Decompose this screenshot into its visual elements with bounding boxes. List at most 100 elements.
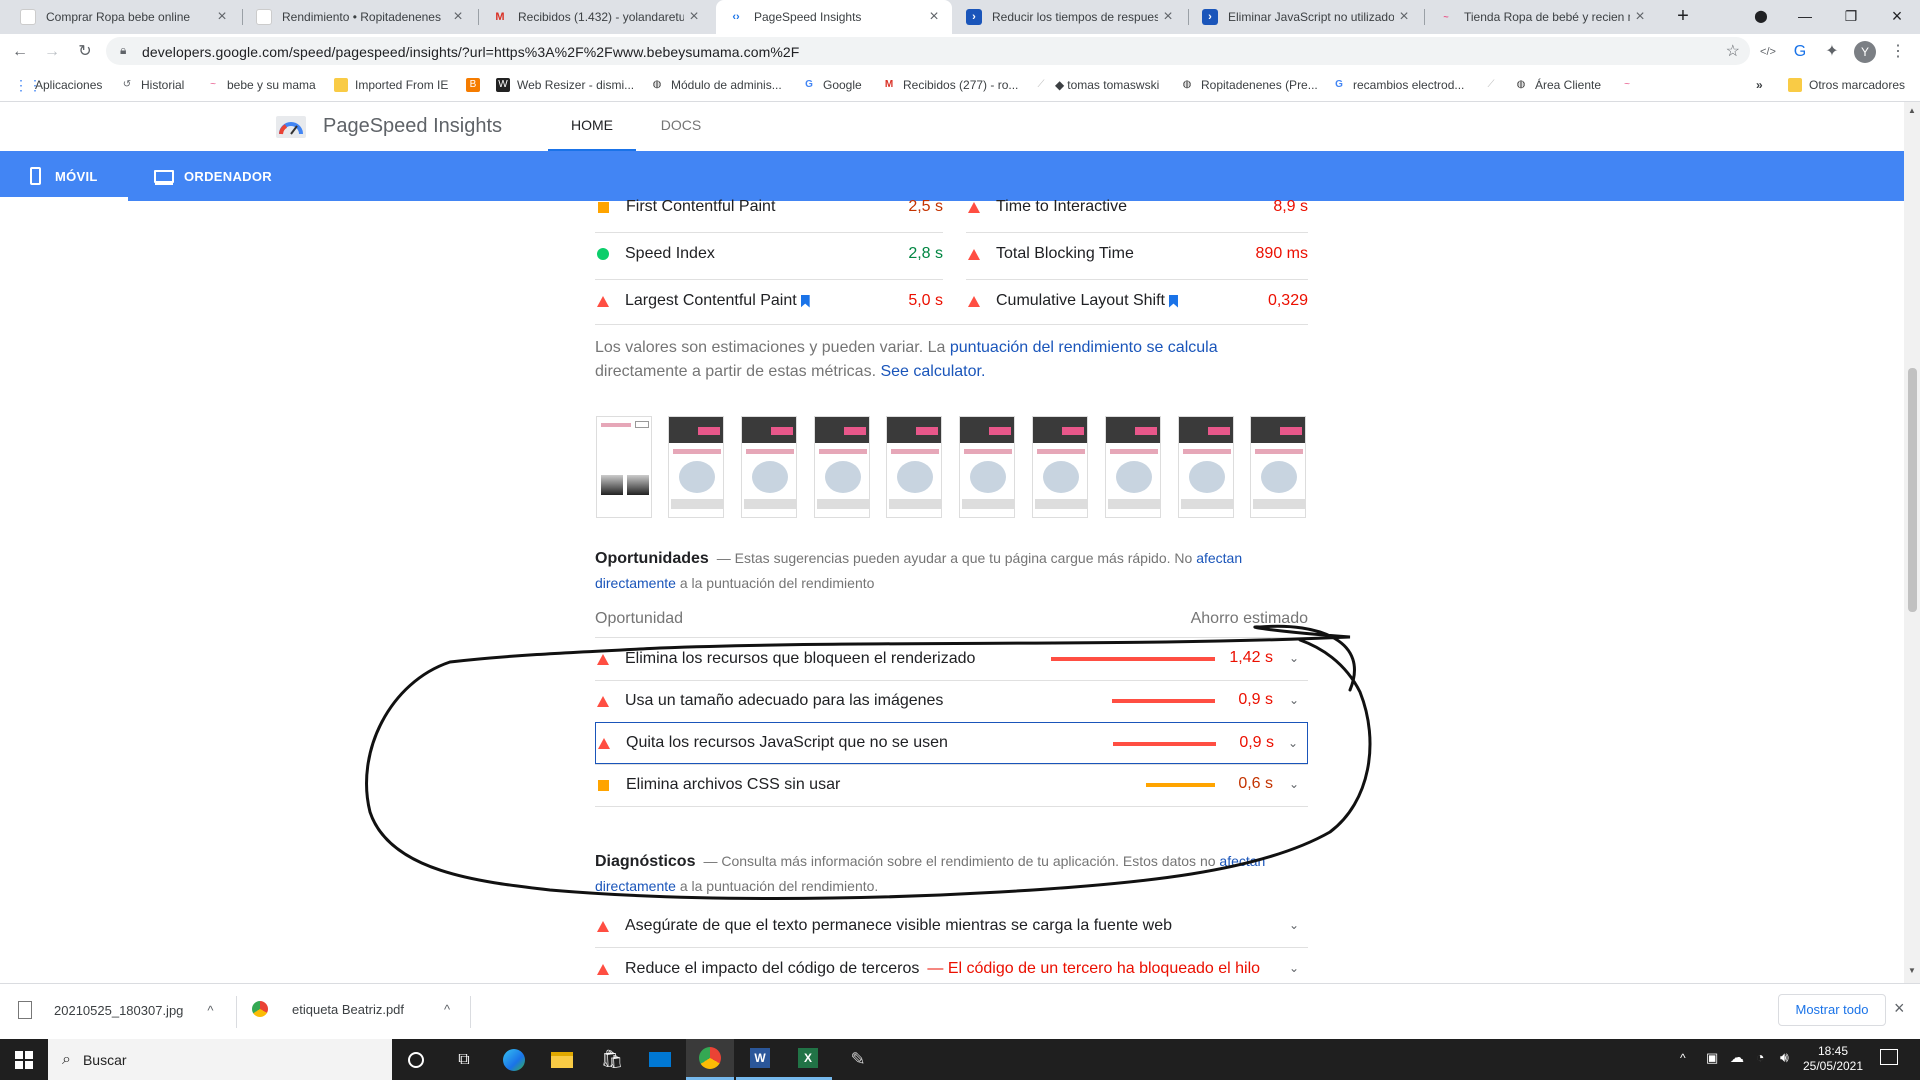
new-tab-icon[interactable]: + bbox=[1660, 0, 1706, 34]
close-tab-icon[interactable]: × bbox=[448, 8, 468, 26]
chevron-down-icon[interactable]: ⌄ bbox=[1286, 960, 1302, 976]
reload-icon[interactable]: ↻ bbox=[73, 40, 97, 64]
average-square-icon bbox=[598, 201, 609, 213]
chevron-up-icon[interactable]: ^ bbox=[444, 1002, 450, 1017]
score-calc-link[interactable]: puntuación del rendimiento se calcula bbox=[950, 339, 1218, 356]
close-downloads-icon[interactable]: × bbox=[1894, 998, 1905, 1019]
nav-docs-link[interactable]: DOCS bbox=[648, 117, 714, 133]
bookmark-item[interactable]: ~ bebe y su mama bbox=[206, 78, 316, 92]
tab-desktop[interactable]: ORDENADOR bbox=[150, 151, 290, 201]
close-window-icon[interactable]: × bbox=[1874, 0, 1920, 34]
see-calculator-link[interactable]: See calculator. bbox=[880, 363, 985, 380]
windows-start-icon[interactable] bbox=[0, 1039, 48, 1080]
taskbar-clock[interactable]: 18:45 25/05/2021 bbox=[1800, 1044, 1866, 1074]
chevron-up-icon[interactable]: ^ bbox=[207, 1003, 213, 1018]
mail-icon[interactable] bbox=[636, 1039, 684, 1080]
page-favicon-icon bbox=[256, 9, 272, 25]
tab-mobile[interactable]: MÓVIL bbox=[0, 151, 128, 201]
wifi-icon[interactable]: ◔ bbox=[1756, 1049, 1764, 1065]
store-icon[interactable]: 🛍︎ bbox=[588, 1039, 636, 1080]
bookmark-flag-icon[interactable] bbox=[1168, 294, 1178, 308]
globe-icon: ◍ bbox=[652, 79, 662, 90]
browser-tab[interactable]: › Eliminar JavaScript no utilizado × bbox=[1190, 0, 1422, 34]
close-tab-icon[interactable]: × bbox=[1630, 8, 1650, 26]
tab-title: Reducir los tiempos de respuest bbox=[992, 10, 1158, 24]
psi-brand-title[interactable]: PageSpeed Insights bbox=[323, 115, 502, 138]
page-scrollbar[interactable]: ▲ ▼ bbox=[1904, 102, 1920, 983]
bookmark-item[interactable]: ~ bbox=[1620, 78, 1641, 92]
download-item[interactable]: 20210525_180307.jpg ^ bbox=[18, 1001, 214, 1019]
browser-tab[interactable]: M Recibidos (1.432) - yolandaretue × bbox=[480, 0, 712, 34]
bookmark-item[interactable]: G Google bbox=[802, 78, 862, 92]
extensions-puzzle-icon[interactable]: ✦ bbox=[1820, 40, 1844, 64]
close-tab-icon[interactable]: × bbox=[1158, 8, 1178, 26]
chrome-taskbar-icon[interactable] bbox=[686, 1039, 734, 1080]
forward-icon[interactable]: → bbox=[40, 40, 64, 64]
dev-favicon-icon: › bbox=[1202, 9, 1218, 25]
notifications-icon[interactable] bbox=[1880, 1049, 1898, 1065]
browser-tab[interactable]: › Reducir los tiempos de respuest × bbox=[954, 0, 1186, 34]
bookmark-flag-icon[interactable] bbox=[800, 294, 810, 308]
bookmark-item[interactable]: ◍ Ropitadenenes (Pre... bbox=[1180, 78, 1318, 92]
taskbar-search-box[interactable]: ⌕ Buscar bbox=[48, 1039, 392, 1080]
nav-home-link[interactable]: HOME bbox=[548, 117, 636, 133]
browser-tab[interactable]: Comprar Ropa bebe online × bbox=[8, 0, 240, 34]
cortana-icon[interactable] bbox=[392, 1039, 440, 1080]
profile-avatar[interactable]: Y bbox=[1854, 41, 1876, 63]
maximize-icon[interactable]: ❐ bbox=[1828, 0, 1874, 34]
filmstrip-frame bbox=[596, 416, 652, 518]
filmstrip-frame bbox=[1032, 416, 1088, 518]
download-item[interactable]: etiqueta Beatriz.pdf ^ bbox=[252, 1001, 450, 1017]
bookmark-history[interactable]: ↺ Historial bbox=[120, 78, 185, 92]
laptop-icon bbox=[154, 169, 174, 183]
close-tab-icon[interactable]: × bbox=[212, 8, 232, 26]
bookmark-item[interactable]: M Recibidos (277) - ro... bbox=[882, 78, 1019, 92]
translate-icon[interactable]: G bbox=[1788, 40, 1812, 64]
bookmark-folder[interactable]: Imported From IE bbox=[334, 78, 448, 92]
excel-icon[interactable]: X bbox=[784, 1039, 832, 1080]
scrollbar-thumb[interactable] bbox=[1908, 368, 1917, 612]
bookmark-star-icon[interactable]: ☆ bbox=[1726, 41, 1740, 61]
tab-active-indicator bbox=[0, 197, 128, 201]
word-icon[interactable]: W bbox=[736, 1039, 784, 1080]
close-tab-icon[interactable]: × bbox=[684, 8, 704, 26]
code-extension-icon[interactable]: </> bbox=[1756, 40, 1780, 64]
globe-icon: ◍ bbox=[1182, 79, 1192, 90]
close-tab-icon[interactable]: × bbox=[1394, 8, 1414, 26]
show-all-downloads-button[interactable]: Mostrar todo bbox=[1778, 994, 1886, 1026]
back-icon[interactable]: ← bbox=[8, 40, 32, 64]
address-bar[interactable]: 🔒︎ developers.google.com/speed/pagespeed… bbox=[106, 37, 1750, 65]
volume-icon[interactable]: 🔊︎ bbox=[1780, 1049, 1789, 1066]
bookmark-item[interactable]: ⟋ ◆ tomas tomaswski bbox=[1034, 78, 1160, 92]
bookmark-item[interactable]: B bbox=[466, 78, 487, 92]
diagnostic-item[interactable]: Reduce el impacto del código de terceros… bbox=[595, 948, 1308, 983]
task-view-icon[interactable]: ⧉ bbox=[440, 1039, 488, 1080]
other-bookmarks-folder[interactable]: Otros marcadores bbox=[1788, 78, 1905, 92]
bookmark-item[interactable]: ◍ Módulo de adminis... bbox=[650, 78, 782, 92]
browser-tab-active[interactable]: ‹› PageSpeed Insights × bbox=[716, 0, 952, 34]
tray-device-icon[interactable]: ▣ bbox=[1706, 1050, 1718, 1066]
file-explorer-icon[interactable] bbox=[538, 1039, 586, 1080]
tab-search-icon[interactable]: ⬤ bbox=[1738, 0, 1784, 34]
bookmarks-overflow-icon[interactable]: » bbox=[1756, 78, 1763, 92]
bookmark-item[interactable]: ◍ Área Cliente bbox=[1514, 78, 1601, 92]
browser-tab[interactable]: Rendimiento • Ropitadenenes × bbox=[244, 0, 476, 34]
bookmark-apps[interactable]: ⋮⋮ Aplicaciones bbox=[14, 78, 102, 92]
browser-tab[interactable]: ~ Tienda Ropa de bebé y recien na × bbox=[1426, 0, 1658, 34]
close-tab-icon[interactable]: × bbox=[924, 8, 944, 26]
url-text[interactable]: developers.google.com/speed/pagespeed/in… bbox=[142, 44, 799, 60]
app-icon[interactable]: ✎ bbox=[834, 1039, 882, 1080]
bookmark-item[interactable]: W Web Resizer - dismi... bbox=[496, 78, 634, 92]
tray-chevron-icon[interactable]: ^ bbox=[1680, 1051, 1686, 1065]
site-favicon-icon: ⟋ bbox=[1037, 79, 1045, 90]
tab-title: Comprar Ropa bebe online bbox=[46, 10, 191, 24]
menu-kebab-icon[interactable]: ⋮ bbox=[1886, 40, 1910, 64]
phone-icon bbox=[30, 167, 41, 185]
edge-icon[interactable] bbox=[490, 1039, 538, 1080]
bookmark-item[interactable]: ⟋ bbox=[1484, 78, 1505, 92]
metric-tti: Time to Interactive 8,9 s bbox=[966, 184, 1308, 230]
diamond-icon: ◆ bbox=[1055, 78, 1065, 92]
minimize-icon[interactable]: — bbox=[1782, 0, 1828, 34]
onedrive-icon[interactable]: ☁ bbox=[1730, 1049, 1744, 1066]
bookmark-item[interactable]: Grecambios electrod... bbox=[1332, 78, 1464, 92]
